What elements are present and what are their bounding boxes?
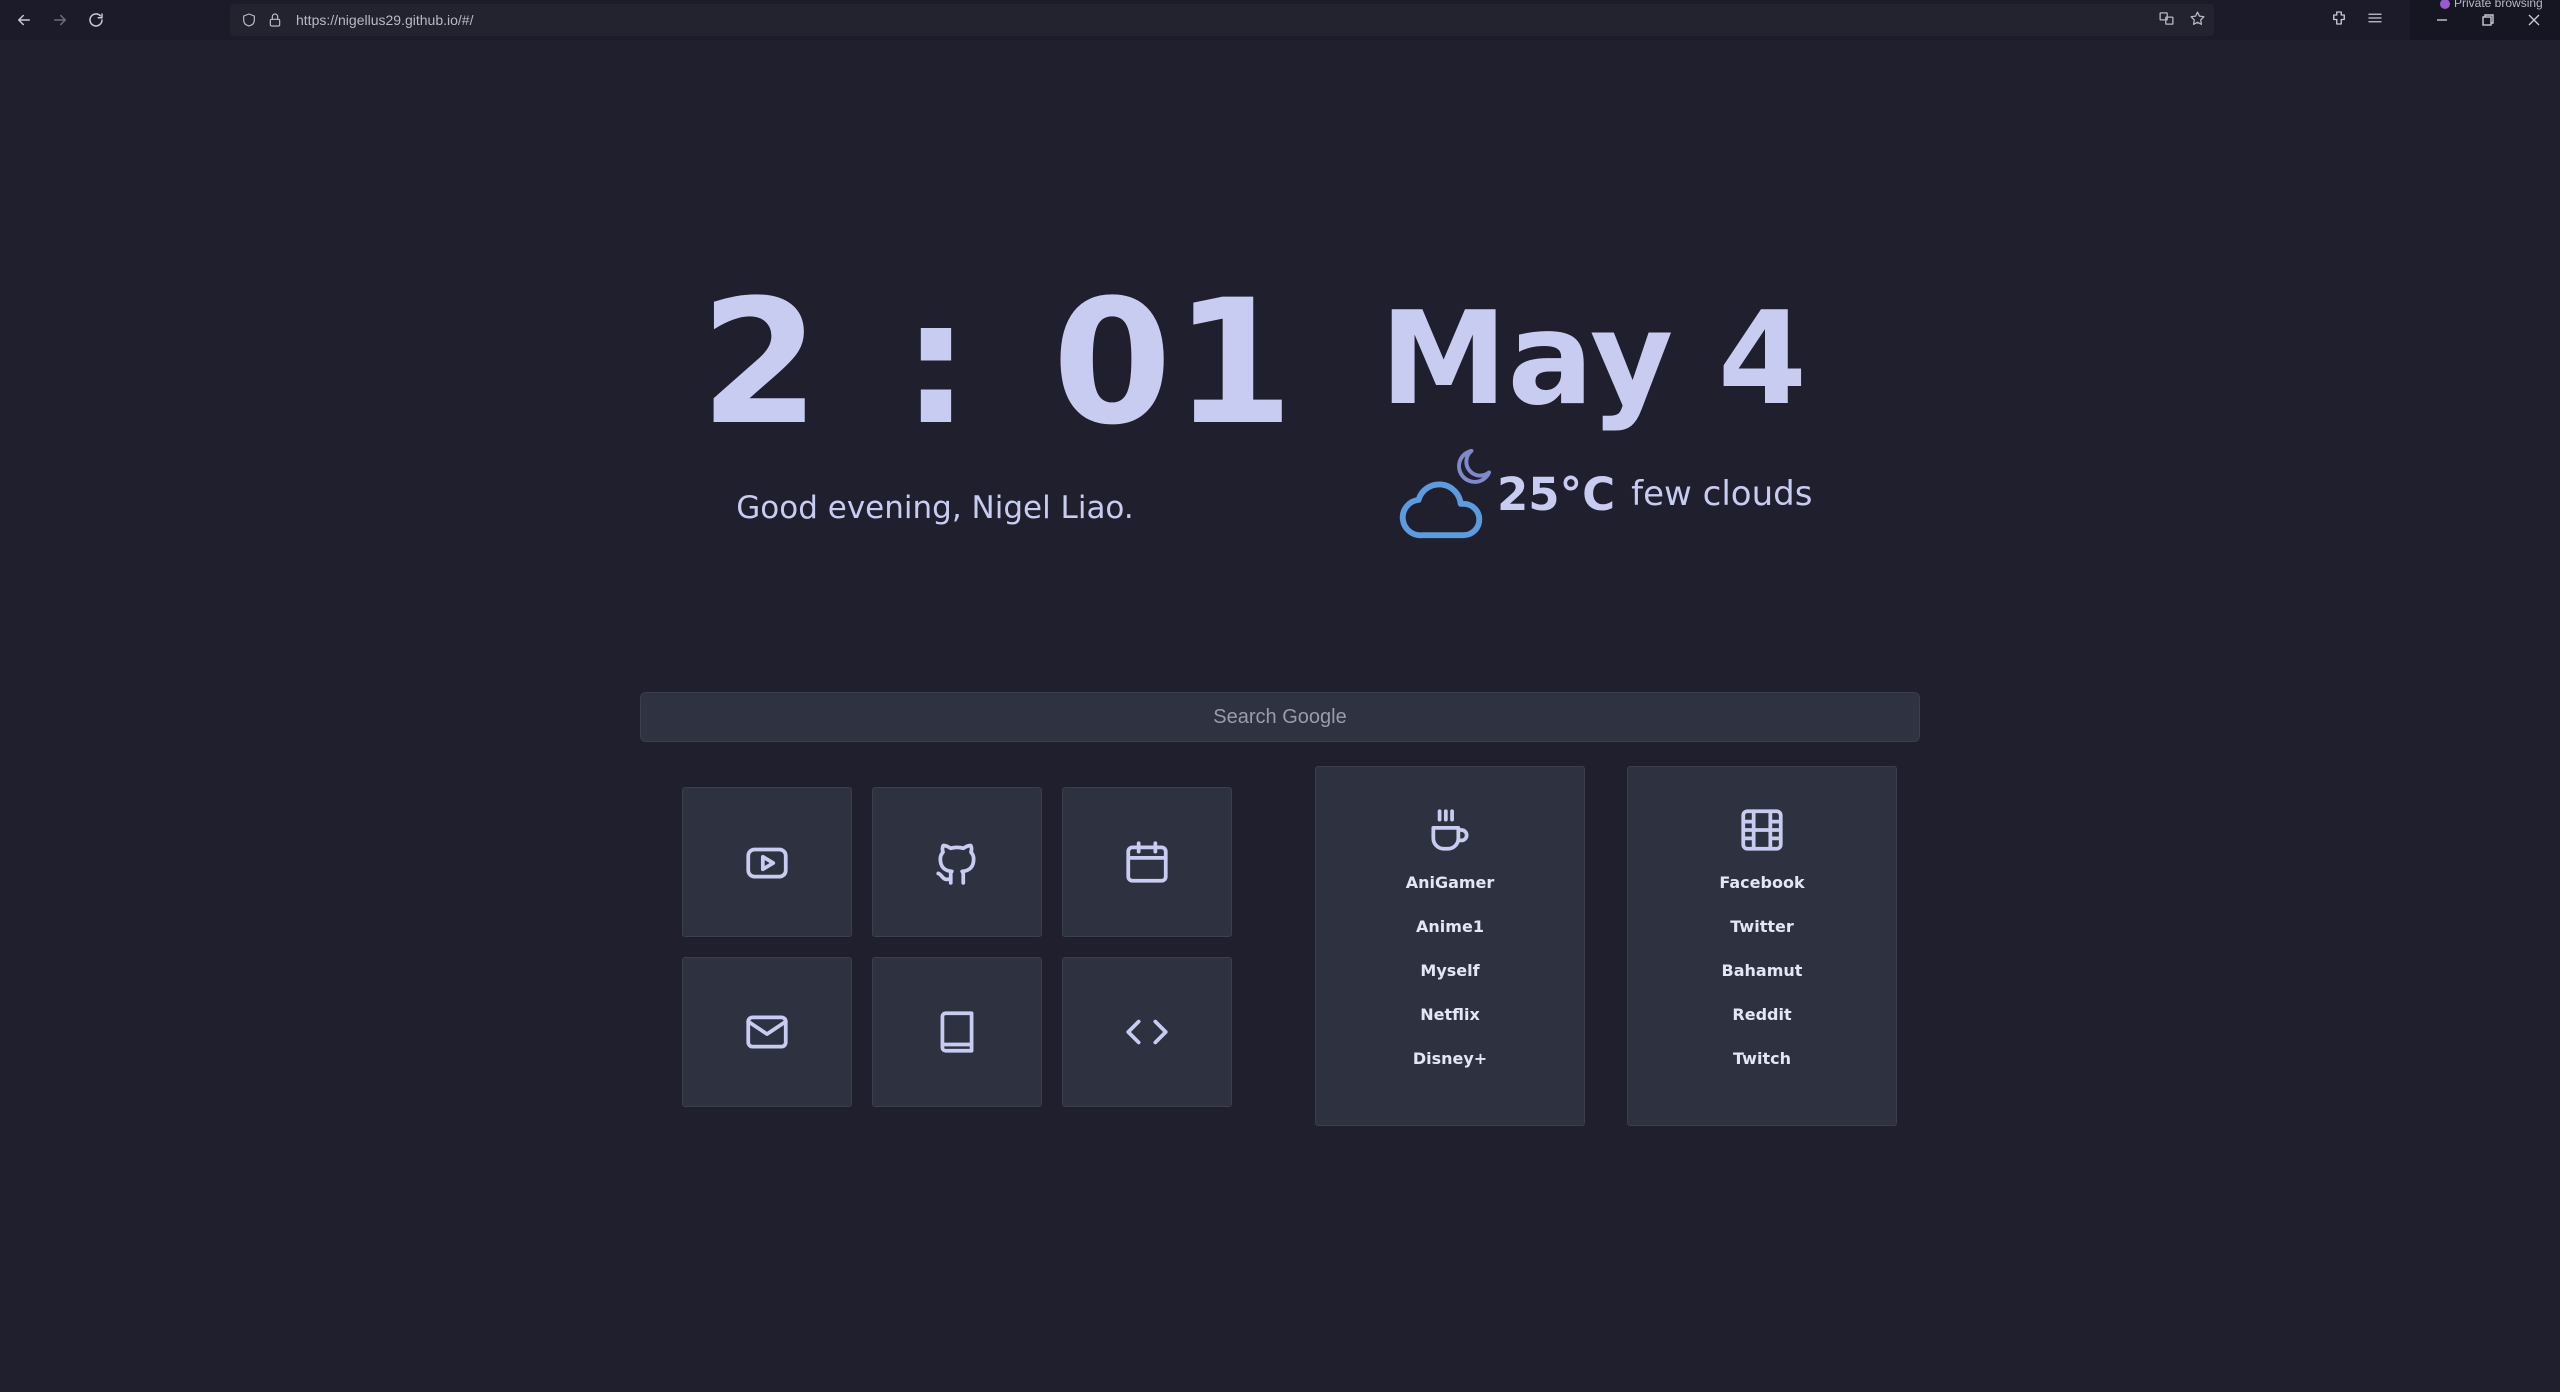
arrow-left-icon [18, 14, 30, 26]
link-disney-plus[interactable]: Disney+ [1413, 1037, 1487, 1081]
browser-toolbar: https://nigellus29.github.io/#/ Private … [0, 0, 2560, 40]
weather-description: few clouds [1631, 474, 1813, 514]
play-icon [746, 847, 788, 879]
url-text[interactable]: https://nigellus29.github.io/#/ [296, 12, 473, 28]
clock-hours: 2 [700, 262, 822, 463]
clock-minutes: 01 [1052, 262, 1296, 463]
private-browsing-indicator: Private browsing [2440, 0, 2543, 10]
link-twitter[interactable]: Twitter [1730, 905, 1793, 949]
back-button[interactable] [6, 2, 42, 38]
greeting-text: Good evening, Nigel Liao. [736, 490, 1134, 526]
lock-icon[interactable] [266, 11, 284, 29]
search-input[interactable] [640, 692, 1920, 742]
calendar-icon [1126, 841, 1168, 883]
private-browsing-icon [2440, 0, 2450, 9]
arrow-right-icon [54, 14, 66, 26]
close-icon [2528, 14, 2540, 26]
shortcut-tiles [682, 787, 1234, 1107]
mail-tile[interactable] [682, 957, 852, 1107]
film-icon [1737, 805, 1787, 855]
clock-separator: : [901, 262, 973, 463]
youtube-tile[interactable] [682, 787, 852, 937]
reload-icon [89, 13, 103, 27]
date-display: May 4 [1380, 285, 1807, 434]
book-tile[interactable] [872, 957, 1042, 1107]
link-anime1[interactable]: Anime1 [1416, 905, 1484, 949]
link-bahamut[interactable]: Bahamut [1722, 949, 1803, 993]
github-icon [936, 843, 976, 885]
address-bar[interactable]: https://nigellus29.github.io/#/ [230, 4, 2214, 36]
cloud-moon-icon [1395, 444, 1493, 544]
link-anigamer[interactable]: AniGamer [1406, 861, 1495, 905]
link-reddit[interactable]: Reddit [1732, 993, 1791, 1037]
link-facebook[interactable]: Facebook [1719, 861, 1804, 905]
weather-temperature: 25°C [1497, 467, 1616, 521]
link-netflix[interactable]: Netflix [1420, 993, 1480, 1037]
weather-widget: 25°C few clouds [1395, 444, 1812, 544]
close-window-button[interactable] [2524, 10, 2544, 30]
extensions-icon[interactable] [2330, 9, 2348, 31]
minimize-button[interactable] [2432, 10, 2452, 30]
private-browsing-label: Private browsing [2454, 0, 2543, 10]
calendar-tile[interactable] [1062, 787, 1232, 937]
book-icon [940, 1011, 974, 1053]
shield-icon[interactable] [240, 11, 258, 29]
menu-icon[interactable] [2366, 9, 2384, 31]
translate-icon[interactable] [2158, 10, 2175, 31]
link-myself[interactable]: Myself [1420, 949, 1479, 993]
anime-links-card: AniGamer Anime1 Myself Netflix Disney+ [1315, 766, 1585, 1126]
restore-button[interactable] [2478, 10, 2498, 30]
social-links-card: Facebook Twitter Bahamut Reddit Twitch [1627, 766, 1897, 1126]
code-tile[interactable] [1062, 957, 1232, 1107]
coffee-cup-icon [1425, 805, 1475, 855]
code-icon [1126, 1019, 1168, 1045]
forward-button[interactable] [42, 2, 78, 38]
mail-icon [746, 1015, 788, 1049]
clock: 2 : 01 [700, 268, 1294, 458]
restore-icon [2482, 14, 2494, 26]
link-twitch[interactable]: Twitch [1733, 1037, 1791, 1081]
bookmark-star-icon[interactable] [2189, 10, 2206, 31]
minimize-icon [2437, 19, 2447, 21]
reload-button[interactable] [78, 2, 114, 38]
github-tile[interactable] [872, 787, 1042, 937]
